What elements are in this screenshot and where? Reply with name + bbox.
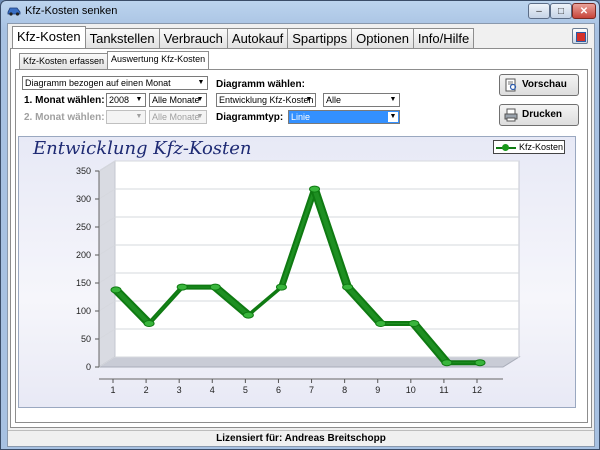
month2-label: 2. Monat wählen: (24, 112, 105, 123)
tab-auswertung-kfz-kosten[interactable]: Auswertung Kfz-Kosten (107, 51, 210, 69)
x-tick-label: 2 (144, 385, 149, 395)
tab-tankstellen[interactable]: Tankstellen (84, 28, 160, 48)
y-tick-label: 0 (86, 362, 91, 372)
series-point (441, 359, 453, 367)
diagram-filter-select[interactable]: Alle ▼ (323, 93, 400, 107)
chevron-down-icon: ▼ (135, 113, 143, 120)
series-point (474, 359, 486, 367)
x-tick-label: 1 (110, 385, 115, 395)
chart-left-wall (98, 160, 116, 368)
legend-series-name: Kfz-Kosten (519, 142, 564, 152)
chart-area: Entwicklung Kfz-Kosten 0 50 100 150 200 250 30… (18, 136, 576, 408)
x-tick-label: 12 (472, 385, 482, 395)
maximize-button[interactable]: □ (550, 3, 572, 19)
page-preview-icon (505, 78, 517, 92)
y-tick-label: 250 (76, 222, 91, 232)
x-tick-label: 5 (243, 385, 248, 395)
printer-icon (504, 108, 518, 122)
print-label: Drucken (522, 109, 563, 120)
month1-year-value: 2008 (109, 95, 130, 105)
minimize-icon: – (536, 5, 542, 17)
series-point (242, 311, 254, 319)
tab-autokauf[interactable]: Autokauf (226, 28, 289, 48)
chevron-down-icon: ▼ (196, 113, 204, 120)
diagram-select[interactable]: Entwicklung Kfz-Kosten ▼ (216, 93, 316, 107)
window-settings-icon[interactable] (572, 28, 588, 44)
series-point (110, 286, 122, 294)
month2-month-value: Alle Monate (152, 112, 200, 122)
main-tab-strip: Kfz-Kosten Tankstellen Verbrauch Autokau… (12, 26, 475, 48)
chevron-down-icon: ▼ (305, 96, 313, 103)
chevron-down-icon: ▼ (389, 96, 397, 103)
close-icon: ✕ (579, 5, 589, 17)
x-tick-label: 6 (276, 385, 281, 395)
y-tick-label: 300 (76, 194, 91, 204)
chart-legend: Kfz-Kosten (493, 140, 565, 154)
series-point (408, 320, 420, 327)
diagram-type-value: Linie (291, 112, 311, 122)
series-point (342, 283, 354, 291)
tab-spartipps[interactable]: Spartipps (287, 28, 353, 48)
close-button[interactable]: ✕ (572, 3, 596, 19)
preview-button[interactable]: Vorschau (499, 74, 579, 96)
title-bar[interactable]: Kfz-Kosten senken – □ ✕ (1, 1, 599, 21)
print-button[interactable]: Drucken (499, 104, 579, 126)
tab-optionen[interactable]: Optionen (351, 28, 414, 48)
y-tick-label: 150 (76, 278, 91, 288)
diagram-filter-value: Alle (326, 95, 342, 105)
diagram-type-label: Diagrammtyp: (216, 112, 284, 123)
preview-label: Vorschau (522, 79, 567, 90)
diagram-select-value: Entwicklung Kfz-Kosten (219, 95, 314, 105)
maximize-icon: □ (557, 5, 565, 17)
sub-tab-strip: Kfz-Kosten erfassen Auswertung Kfz-Koste… (19, 51, 210, 69)
series-point (375, 320, 387, 327)
tab-kfz-kosten-erfassen[interactable]: Kfz-Kosten erfassen (19, 53, 109, 69)
chevron-down-icon: ▼ (197, 79, 205, 86)
legend-marker (502, 144, 509, 151)
chevron-down-icon: ▼ (388, 112, 398, 122)
series-point (309, 185, 321, 193)
status-bar: Lizensiert für: Andreas Breitschopp (8, 430, 594, 446)
window-title: Kfz-Kosten senken (25, 5, 118, 17)
diagram-basis-value: Diagramm bezogen auf einen Monat (25, 78, 171, 88)
y-tick-label: 200 (76, 250, 91, 260)
month1-year-select[interactable]: 2008 ▼ (106, 93, 146, 107)
x-tick-label: 9 (375, 385, 380, 395)
chevron-down-icon: ▼ (196, 96, 204, 103)
x-tick-label: 8 (342, 385, 347, 395)
x-tick-label: 10 (406, 385, 416, 395)
tab-kfz-kosten[interactable]: Kfz-Kosten (12, 26, 86, 48)
diagram-type-select[interactable]: Linie ▼ (288, 110, 400, 124)
x-tick-label: 3 (177, 385, 182, 395)
month1-label: 1. Monat wählen: (24, 95, 105, 106)
y-tick-label: 350 (76, 166, 91, 176)
tab-info-hilfe[interactable]: Info/Hilfe (412, 28, 475, 48)
x-tick-label: 4 (210, 385, 215, 395)
series-point (176, 283, 188, 291)
diagram-select-label: Diagramm wählen: (216, 79, 305, 90)
month2-year-select[interactable]: ▼ (106, 110, 146, 124)
x-tick-label: 7 (309, 385, 314, 395)
license-text: Lizensiert für: Andreas Breitschopp (216, 433, 386, 444)
month1-month-select[interactable]: Alle Monate ▼ (149, 93, 207, 107)
y-tick-label: 100 (76, 306, 91, 316)
line-chart: 0501001502002503003501 2 3 4 5 6 7 8 9 10 11 12 (76, 160, 521, 395)
month2-month-select[interactable]: Alle Monate ▼ (149, 110, 207, 124)
x-tick-label: 11 (439, 385, 448, 395)
series-point (275, 283, 287, 291)
month1-month-value: Alle Monate (152, 95, 200, 105)
series-point (143, 320, 155, 327)
diagram-basis-select[interactable]: Diagramm bezogen auf einen Monat ▼ (22, 76, 208, 90)
chevron-down-icon: ▼ (135, 96, 143, 103)
car-icon (7, 7, 21, 16)
minimize-button[interactable]: – (528, 3, 550, 19)
tab-verbrauch[interactable]: Verbrauch (158, 28, 228, 48)
y-tick-label: 50 (81, 334, 91, 344)
series-point (209, 283, 221, 291)
